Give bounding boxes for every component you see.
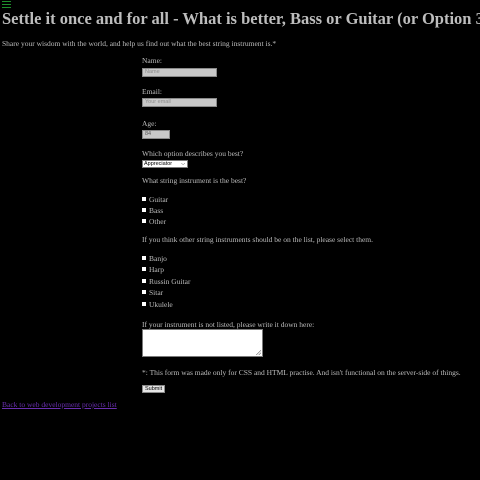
describe-selected: Appreciator xyxy=(144,161,173,167)
other-instrument-option[interactable]: Harp xyxy=(142,265,164,275)
footnote: *: This form was made only for CSS and H… xyxy=(142,368,461,377)
name-label: Name: xyxy=(142,56,162,65)
option-label: Ukulele xyxy=(149,300,173,309)
chevron-down-icon: ⌵ xyxy=(181,161,185,167)
best-option[interactable]: Bass xyxy=(142,206,163,216)
option-label: Other xyxy=(149,217,167,226)
other-instrument-option[interactable]: Ukulele xyxy=(142,300,173,310)
best-option[interactable]: Other xyxy=(142,217,166,227)
submit-button[interactable]: Submit xyxy=(142,385,166,393)
write-in-textarea[interactable] xyxy=(142,329,263,357)
other-instrument-option[interactable]: Banjo xyxy=(142,254,167,264)
hamburger-menu-icon[interactable] xyxy=(2,1,11,9)
describe-label: Which option describes you best? xyxy=(142,149,244,158)
option-label: Harp xyxy=(149,265,164,274)
email-field[interactable]: Your email xyxy=(142,98,217,107)
page: Settle it once and for all - What is bet… xyxy=(0,0,480,480)
checkbox[interactable] xyxy=(142,256,146,260)
checkbox[interactable] xyxy=(142,197,146,201)
checkbox[interactable] xyxy=(142,290,146,294)
age-label: Age: xyxy=(142,119,157,128)
other-instrument-option[interactable]: Sitar xyxy=(142,288,163,298)
age-field[interactable]: 84 xyxy=(142,130,170,139)
email-placeholder: Your email xyxy=(145,99,171,105)
back-link[interactable]: Back to web development projects list xyxy=(2,400,117,410)
option-label: Guitar xyxy=(149,195,169,204)
intro-text: Share your wisdom with the world, and he… xyxy=(2,39,277,48)
page-title: Settle it once and for all - What is bet… xyxy=(2,9,480,28)
email-label: Email: xyxy=(142,87,162,96)
option-label: Sitar xyxy=(149,288,164,297)
describe-select[interactable]: Appreciator ⌵ xyxy=(142,160,188,168)
option-label: Russin Guitar xyxy=(149,277,191,286)
age-value: 84 xyxy=(145,131,152,137)
checkbox[interactable] xyxy=(142,279,146,283)
best-label: What string instrument is the best? xyxy=(142,176,247,185)
best-option[interactable]: Guitar xyxy=(142,195,168,205)
checkbox[interactable] xyxy=(142,302,146,306)
name-placeholder: Name xyxy=(145,69,160,75)
checkbox[interactable] xyxy=(142,208,146,212)
resize-grip-icon[interactable] xyxy=(256,350,261,355)
checkbox[interactable] xyxy=(142,219,146,223)
checkbox[interactable] xyxy=(142,267,146,271)
other-instrument-option[interactable]: Russin Guitar xyxy=(142,277,190,287)
others-label: If you think other string instruments sh… xyxy=(142,235,374,244)
option-label: Bass xyxy=(149,206,164,215)
option-label: Banjo xyxy=(149,254,167,263)
name-field[interactable]: Name xyxy=(142,68,217,77)
